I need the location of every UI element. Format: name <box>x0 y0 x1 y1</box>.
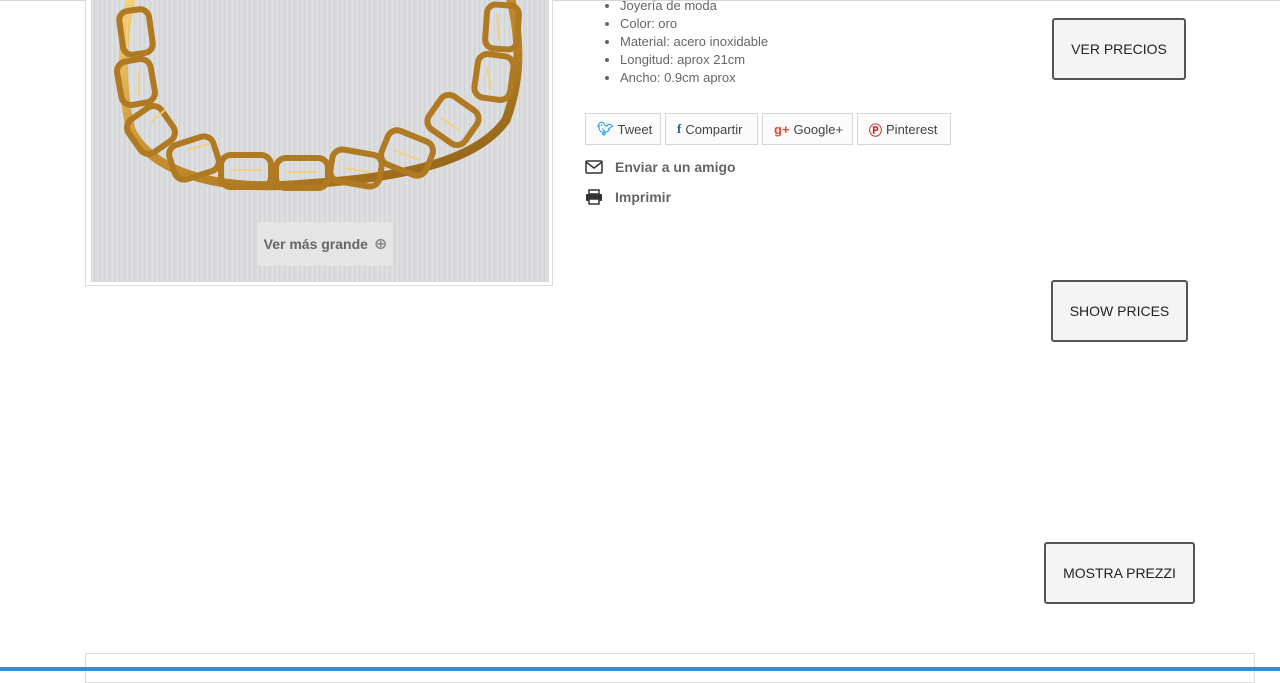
pinterest-label: Pinterest <box>886 121 938 137</box>
pinterest-icon: Ⓟ <box>869 122 883 138</box>
google-plus-label: Google+ <box>793 121 844 137</box>
facebook-share-label: Compartir <box>685 121 743 137</box>
feature-item: Longitud: aprox 21cm <box>620 51 768 69</box>
product-features-list: Joyería de moda Color: oro Material: ace… <box>602 0 768 87</box>
feature-item: Material: acero inoxidable <box>620 33 768 51</box>
bottom-strip <box>0 667 1280 671</box>
feature-item: Joyería de moda <box>620 0 768 15</box>
feature-item: Ancho: 0.9cm aprox <box>620 69 768 87</box>
social-share-bar: 🐦︎ Tweet f Compartir g+ Google+ Ⓟ Pinter… <box>585 113 951 145</box>
google-plus-icon: g+ <box>774 121 790 137</box>
view-larger-button[interactable]: Ver más grande ⊕ <box>258 222 393 266</box>
pinterest-button[interactable]: Ⓟ Pinterest <box>857 113 951 145</box>
send-to-friend-label: Enviar a un amigo <box>615 159 736 175</box>
see-prices-button-es[interactable]: VER PRECIOS <box>1052 18 1186 80</box>
product-image-frame: Ver más grande ⊕ <box>85 0 553 286</box>
printer-icon <box>586 189 602 205</box>
show-prices-label-it: MOSTRA PREZZI <box>1063 565 1176 581</box>
view-larger-label: Ver más grande <box>263 236 368 252</box>
show-prices-button-en[interactable]: SHOW PRICES <box>1051 280 1188 342</box>
tweet-label: Tweet <box>617 121 653 137</box>
print-label: Imprimir <box>615 189 672 205</box>
see-prices-label-es: VER PRECIOS <box>1071 41 1167 57</box>
zoom-in-icon: ⊕ <box>373 236 388 253</box>
google-plus-button[interactable]: g+ Google+ <box>762 113 853 145</box>
tweet-button[interactable]: 🐦︎ Tweet <box>585 113 661 145</box>
envelope-icon <box>585 160 603 174</box>
facebook-icon: f <box>677 121 682 136</box>
show-prices-label-en: SHOW PRICES <box>1069 303 1170 319</box>
product-image[interactable]: Ver más grande ⊕ <box>91 0 549 282</box>
facebook-share-button[interactable]: f Compartir <box>665 113 758 145</box>
twitter-icon: 🐦︎ <box>597 121 614 136</box>
feature-item: Color: oro <box>620 15 768 33</box>
send-to-friend-link[interactable]: Enviar a un amigo <box>585 159 736 175</box>
print-link[interactable]: Imprimir <box>585 189 671 205</box>
show-prices-button-it[interactable]: MOSTRA PREZZI <box>1044 542 1195 604</box>
